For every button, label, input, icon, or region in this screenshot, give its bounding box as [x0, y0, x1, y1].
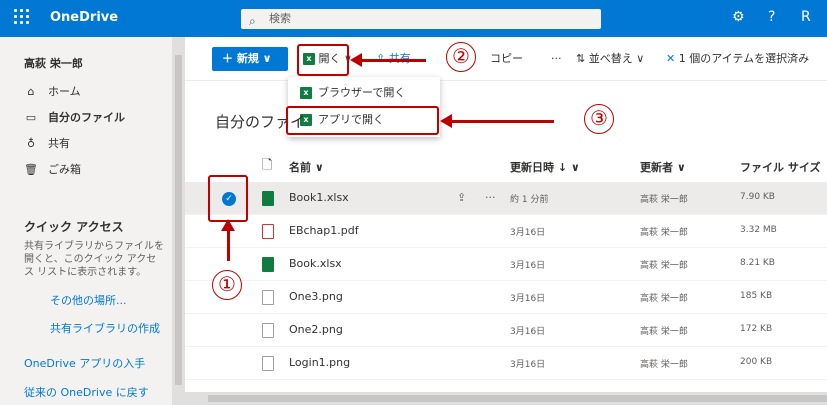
table-row[interactable]: EBchap1.pdf 3月16日 高萩 栄一郎 3.32 MB	[185, 215, 827, 248]
menu-item-label: ブラウザーで開く	[318, 86, 406, 99]
sidebar-item-my-files[interactable]: ▭ 自分のファイル	[0, 105, 172, 131]
new-button[interactable]: ＋ 新規 ∨	[212, 47, 288, 71]
horizontal-scrollbar[interactable]	[185, 392, 827, 405]
file-modified: 3月16日	[510, 360, 546, 370]
file-modified-by: 高萩 栄一郎	[640, 360, 688, 370]
home-icon: ⌂	[27, 85, 35, 98]
search-placeholder: 検索	[269, 12, 291, 25]
create-library-link[interactable]: 共有ライブラリの作成	[50, 320, 160, 336]
file-name[interactable]: Login1.png	[289, 356, 350, 369]
sort-label: 並べ替え ∨	[588, 52, 645, 65]
quick-access-description: 共有ライブラリからファイルを開くと、このクイック アクセス リストに表示されます…	[24, 241, 164, 278]
pdf-file-icon	[262, 224, 274, 239]
file-name[interactable]: Book1.xlsx	[289, 191, 349, 204]
annotation-arrow-3	[440, 114, 554, 128]
column-size[interactable]: ファイル サイズ	[740, 159, 821, 175]
sort-icon: ⇅	[576, 52, 589, 65]
app-launcher-icon[interactable]	[14, 9, 32, 27]
column-modified[interactable]: 更新日時 ↓ ∨	[510, 159, 580, 175]
excel-file-icon	[262, 257, 274, 272]
table-row[interactable]: ✓ Book1.xlsx ⇪ ··· 約 1 分前 高萩 栄一郎 7.90 KB	[185, 182, 827, 215]
file-name[interactable]: Book.xlsx	[289, 257, 342, 270]
sidebar-item-recycle-bin[interactable]: 🗑 ごみ箱	[0, 157, 172, 183]
table-row[interactable]: Login1.png 3月16日 高萩 栄一郎 200 KB	[185, 347, 827, 380]
file-modified: 3月16日	[510, 327, 546, 337]
brand-title[interactable]: OneDrive	[50, 10, 118, 25]
annotation-arrow-1	[221, 219, 235, 261]
file-name[interactable]: One3.png	[289, 290, 343, 303]
more-icon[interactable]: ···	[485, 191, 496, 204]
file-name[interactable]: EBchap1.pdf	[289, 224, 359, 237]
search-icon: ⌕	[249, 14, 256, 28]
other-places-link[interactable]: その他の場所...	[50, 292, 127, 308]
image-file-icon	[262, 323, 274, 338]
sidebar-item-home[interactable]: ⌂ ホーム	[0, 79, 172, 105]
more-button[interactable]: ···	[551, 50, 562, 68]
file-modified-by: 高萩 栄一郎	[640, 261, 688, 271]
annotation-arrow-2	[350, 53, 426, 67]
back-classic-link[interactable]: 従来の OneDrive に戻す	[24, 384, 149, 400]
file-modified: 3月16日	[510, 294, 546, 304]
annotation-marker-1: ①	[212, 270, 242, 300]
file-name[interactable]: One2.png	[289, 323, 343, 336]
table-row[interactable]: One2.png 3月16日 高萩 栄一郎 172 KB	[185, 314, 827, 347]
shared-icon: ♁	[26, 137, 36, 150]
excel-file-icon	[262, 191, 274, 206]
trash-icon: 🗑	[24, 163, 38, 176]
help-icon[interactable]: ?	[768, 9, 775, 25]
scrollbar-thumb[interactable]	[175, 55, 182, 385]
file-size: 3.32 MB	[740, 225, 777, 235]
file-size: 7.90 KB	[740, 192, 775, 202]
annotation-marker-3: ③	[584, 104, 614, 134]
sidebar-item-label: ごみ箱	[48, 163, 81, 176]
annotation-highlight-open	[297, 44, 349, 76]
user-name: 高萩 栄一郎	[24, 57, 83, 70]
excel-icon: x	[300, 87, 312, 99]
image-file-icon	[262, 356, 274, 371]
scrollbar-thumb[interactable]	[208, 395, 827, 402]
file-size: 200 KB	[740, 357, 773, 367]
file-modified-by: 高萩 栄一郎	[640, 195, 688, 205]
file-modified: 約 1 分前	[510, 195, 549, 205]
quick-access-title: クイック アクセス	[24, 220, 124, 234]
sort-button[interactable]: ⇅ 並べ替え ∨	[576, 50, 644, 68]
sidebar-scrollbar[interactable]	[172, 37, 185, 405]
selected-count: 1 個のアイテムを選択済み	[678, 52, 810, 65]
file-modified: 3月16日	[510, 228, 546, 238]
folder-icon: ▭	[25, 111, 37, 124]
column-name[interactable]: 名前 ∨	[289, 159, 324, 175]
settings-icon[interactable]: ⚙	[732, 9, 745, 25]
search-input[interactable]: ⌕ 検索	[241, 9, 601, 29]
file-modified-by: 高萩 栄一郎	[640, 327, 688, 337]
file-size: 8.21 KB	[740, 258, 775, 268]
file-modified-by: 高萩 栄一郎	[640, 228, 688, 238]
image-file-icon	[262, 290, 274, 305]
annotation-highlight-checkbox	[208, 175, 248, 222]
share-icon[interactable]: ⇪	[457, 191, 466, 204]
sidebar-item-shared[interactable]: ♁ 共有	[0, 131, 172, 157]
sidebar-item-label: ホーム	[48, 85, 81, 98]
annotation-highlight-app	[286, 106, 439, 135]
table-row[interactable]: One3.png 3月16日 高萩 栄一郎 185 KB	[185, 281, 827, 314]
copy-button[interactable]: コピー	[490, 50, 523, 68]
open-in-browser-item[interactable]: x ブラウザーで開く	[288, 81, 440, 105]
file-modified: 3月16日	[510, 261, 546, 271]
file-size: 185 KB	[740, 291, 773, 301]
annotation-marker-2: ②	[446, 42, 476, 72]
file-size: 172 KB	[740, 324, 773, 334]
sidebar: 高萩 栄一郎 ⌂ ホーム ▭ 自分のファイル ♁ 共有 🗑 ごみ箱 クイック ア…	[0, 37, 185, 405]
table-row[interactable]: Book.xlsx 3月16日 高萩 栄一郎 8.21 KB	[185, 248, 827, 281]
column-modified-by[interactable]: 更新者 ∨	[640, 159, 686, 175]
close-icon: ✕	[666, 52, 679, 65]
account-icon[interactable]: R	[801, 9, 811, 25]
sidebar-item-label: 共有	[48, 137, 70, 150]
file-type-column-icon[interactable]: 🗋	[262, 156, 272, 178]
file-modified-by: 高萩 栄一郎	[640, 294, 688, 304]
get-apps-link[interactable]: OneDrive アプリの入手	[24, 355, 145, 371]
clear-selection-button[interactable]: ✕ 1 個のアイテムを選択済み	[666, 50, 809, 68]
sidebar-item-label: 自分のファイル	[48, 111, 125, 124]
